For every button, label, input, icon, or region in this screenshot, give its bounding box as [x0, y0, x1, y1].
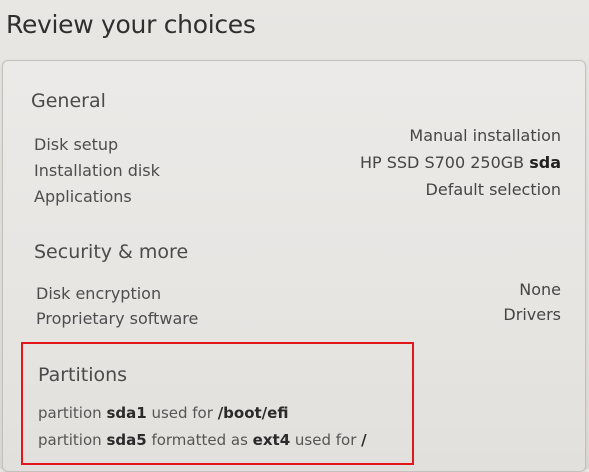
- page-title: Review your choices: [6, 10, 256, 39]
- installation-disk-label: Installation disk: [34, 161, 160, 180]
- disk-setup-label: Disk setup: [34, 135, 119, 154]
- partitions-heading: Partitions: [38, 364, 128, 386]
- disk-encryption-value: None: [519, 280, 561, 299]
- proprietary-software-label: Proprietary software: [36, 309, 199, 328]
- proprietary-software-value: Drivers: [503, 305, 561, 324]
- disk-setup-value: Manual installation: [409, 126, 561, 145]
- partition-line-sda1: partition sda1 used for /boot/efi: [38, 404, 289, 422]
- security-heading: Security & more: [34, 241, 189, 263]
- applications-value: Default selection: [425, 180, 561, 199]
- general-heading: General: [31, 90, 106, 112]
- disk-encryption-label: Disk encryption: [36, 284, 162, 303]
- installation-disk-value: HP SSD S700 250GB sda: [359, 153, 561, 172]
- applications-label: Applications: [34, 187, 132, 206]
- partition-line-sda5: partition sda5 formatted as ext4 used fo…: [38, 431, 367, 449]
